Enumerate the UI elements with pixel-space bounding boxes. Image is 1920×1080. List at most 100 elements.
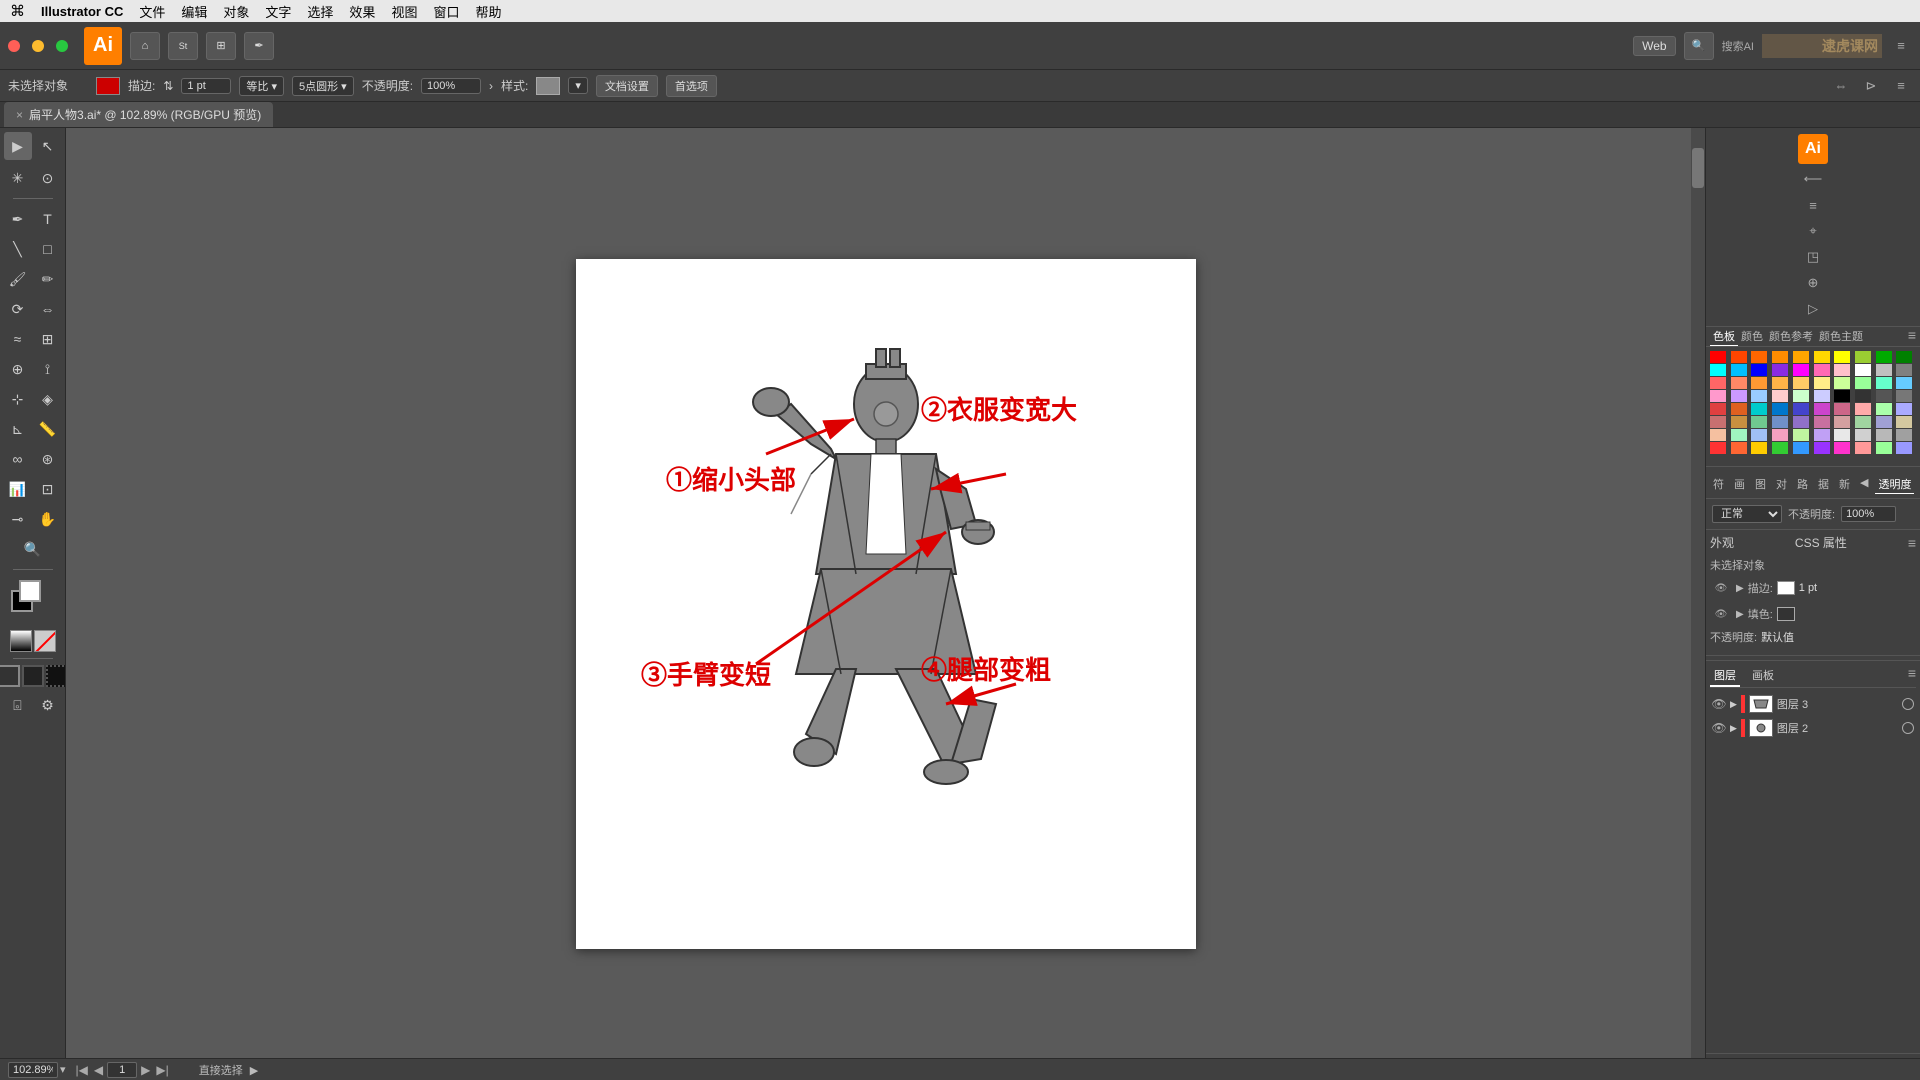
panel-icon-4[interactable]: ◳ [1802,246,1824,268]
ptab-collapse[interactable]: ◀ [1857,475,1871,494]
layers-tab[interactable]: 图层 [1710,665,1740,687]
panel-icon-5[interactable]: ⊕ [1802,272,1824,294]
color-swatch-34[interactable] [1793,390,1809,402]
toolbar-extra-btn[interactable]: ≡ [1890,35,1912,57]
menu-effect[interactable]: 效果 [349,2,375,21]
color-swatch-64[interactable] [1793,429,1809,441]
tool-arrow[interactable]: ▶ [250,1065,258,1077]
file-tab-item[interactable]: × 扁平人物3.ai* @ 102.89% (RGB/GPU 预览) [4,102,273,127]
ptab-transparency[interactable]: 透明度 [1875,475,1914,494]
color-swatch-27[interactable] [1855,377,1871,389]
layer-2-vis-toggle[interactable]: 👁 [1712,721,1726,735]
color-swatch-77[interactable] [1855,442,1871,454]
color-swatch-57[interactable] [1855,416,1871,428]
color-swatch-39[interactable] [1896,390,1912,402]
appearance-menu-btn[interactable]: ≡ [1908,535,1916,551]
artboards-tab[interactable]: 画板 [1748,665,1778,687]
panel-icon-6[interactable]: ▷ [1802,298,1824,320]
artboard-tool[interactable]: ⊡ [34,475,62,503]
color-swatch-43[interactable] [1772,403,1788,415]
color-swatch-48[interactable] [1876,403,1892,415]
color-swatch-8[interactable] [1876,351,1892,363]
blend-mode-select[interactable]: 正常 [1712,505,1782,523]
color-swatch-28[interactable] [1876,377,1892,389]
color-swatch-22[interactable] [1751,377,1767,389]
color-swatch-73[interactable] [1772,442,1788,454]
menu-view[interactable]: 视图 [391,2,417,21]
style-dropdown[interactable]: ▾ [568,77,588,94]
color-swatch-2[interactable] [1751,351,1767,363]
magic-wand-tool[interactable]: ✳ [4,164,32,192]
gradient-tool[interactable]: ◈ [34,385,62,413]
color-swatch-74[interactable] [1793,442,1809,454]
hand-tool[interactable]: ✋ [34,505,62,533]
ptab-align[interactable]: 对 [1773,475,1790,494]
color-swatch-20[interactable] [1710,377,1726,389]
color-swatch-46[interactable] [1834,403,1850,415]
menu-window[interactable]: 窗口 [433,2,459,21]
color-swatch-16[interactable] [1834,364,1850,376]
tab-close-btn[interactable]: × [16,108,23,122]
color-swatch-68[interactable] [1876,429,1892,441]
color-swatch-65[interactable] [1814,429,1830,441]
color-swatch-14[interactable] [1793,364,1809,376]
dock-icon[interactable]: ⊳ [1860,75,1882,97]
panel-menu-btn[interactable]: ≡ [1908,327,1916,346]
vertical-scrollbar[interactable] [1691,128,1705,1066]
color-swatch-58[interactable] [1876,416,1892,428]
menu-object[interactable]: 对象 [223,2,249,21]
pencil-tool[interactable]: ✏ [34,265,62,293]
layer-3-vis-toggle[interactable]: 👁 [1712,697,1726,711]
ptab-new[interactable]: 新 [1836,475,1853,494]
color-swatch-79[interactable] [1896,442,1912,454]
color-swatch-5[interactable] [1814,351,1830,363]
control-panel-btn[interactable]: ⚙ [34,691,62,719]
fill-visibility-icon[interactable]: 👁 [1710,603,1732,625]
arrange-icon[interactable]: ⇔ [1830,75,1852,97]
color-swatch-6[interactable] [1834,351,1850,363]
color-swatch-75[interactable] [1814,442,1830,454]
layer-row-3[interactable]: 👁 ▶ 图层 3 [1710,692,1916,716]
color-swatch-69[interactable] [1896,429,1912,441]
page-input[interactable] [107,1062,137,1078]
opacity-arrow[interactable]: › [489,79,493,93]
nav-next[interactable]: ▶ [139,1063,152,1077]
color-swatch-37[interactable] [1855,390,1871,402]
toolbar-home-btn[interactable]: ⌂ [130,32,160,60]
shape-builder-tool[interactable]: ⊕ [4,355,32,383]
menu-text[interactable]: 文字 [265,2,291,21]
screen-mode-full[interactable] [22,665,44,687]
graph-tool[interactable]: 📊 [4,475,32,503]
measure-tool[interactable]: 📏 [34,415,62,443]
menu-edit[interactable]: 编辑 [181,2,207,21]
gradient-swatch[interactable] [10,630,32,652]
color-swatch-7[interactable] [1855,351,1871,363]
stroke-color-swatch[interactable] [96,77,120,95]
color-swatch-41[interactable] [1731,403,1747,415]
color-swatch-25[interactable] [1814,377,1830,389]
color-swatch-21[interactable] [1731,377,1747,389]
line-style-dropdown[interactable]: 等比 ▾ [239,76,284,96]
prefs-btn[interactable]: 首选项 [666,75,717,97]
tab-color-guide[interactable]: 颜色参考 [1766,327,1816,346]
eyedropper-tool[interactable]: ⊾ [4,415,32,443]
color-swatch-61[interactable] [1731,429,1747,441]
lasso-tool[interactable]: ⊙ [34,164,62,192]
color-swatch-18[interactable] [1876,364,1892,376]
symbol-tool[interactable]: ⊛ [34,445,62,473]
toolbar-libraries-btn[interactable]: St [168,32,198,60]
style-swatch[interactable] [536,77,560,95]
color-swatch-54[interactable] [1793,416,1809,428]
stroke-expand-icon[interactable]: ▶ [1736,583,1744,594]
zoom-tool[interactable]: 🔍 [19,535,47,563]
layer-2-circle[interactable] [1902,722,1914,734]
color-swatch-26[interactable] [1834,377,1850,389]
color-swatch-38[interactable] [1876,390,1892,402]
layer-3-expand[interactable]: ▶ [1730,699,1737,710]
color-swatch-52[interactable] [1751,416,1767,428]
mesh-tool[interactable]: ⊹ [4,385,32,413]
window-maximize[interactable] [56,40,68,52]
ptab-path[interactable]: 路 [1794,475,1811,494]
search-btn[interactable]: 🔍 [1684,32,1714,60]
color-swatch-17[interactable] [1855,364,1871,376]
